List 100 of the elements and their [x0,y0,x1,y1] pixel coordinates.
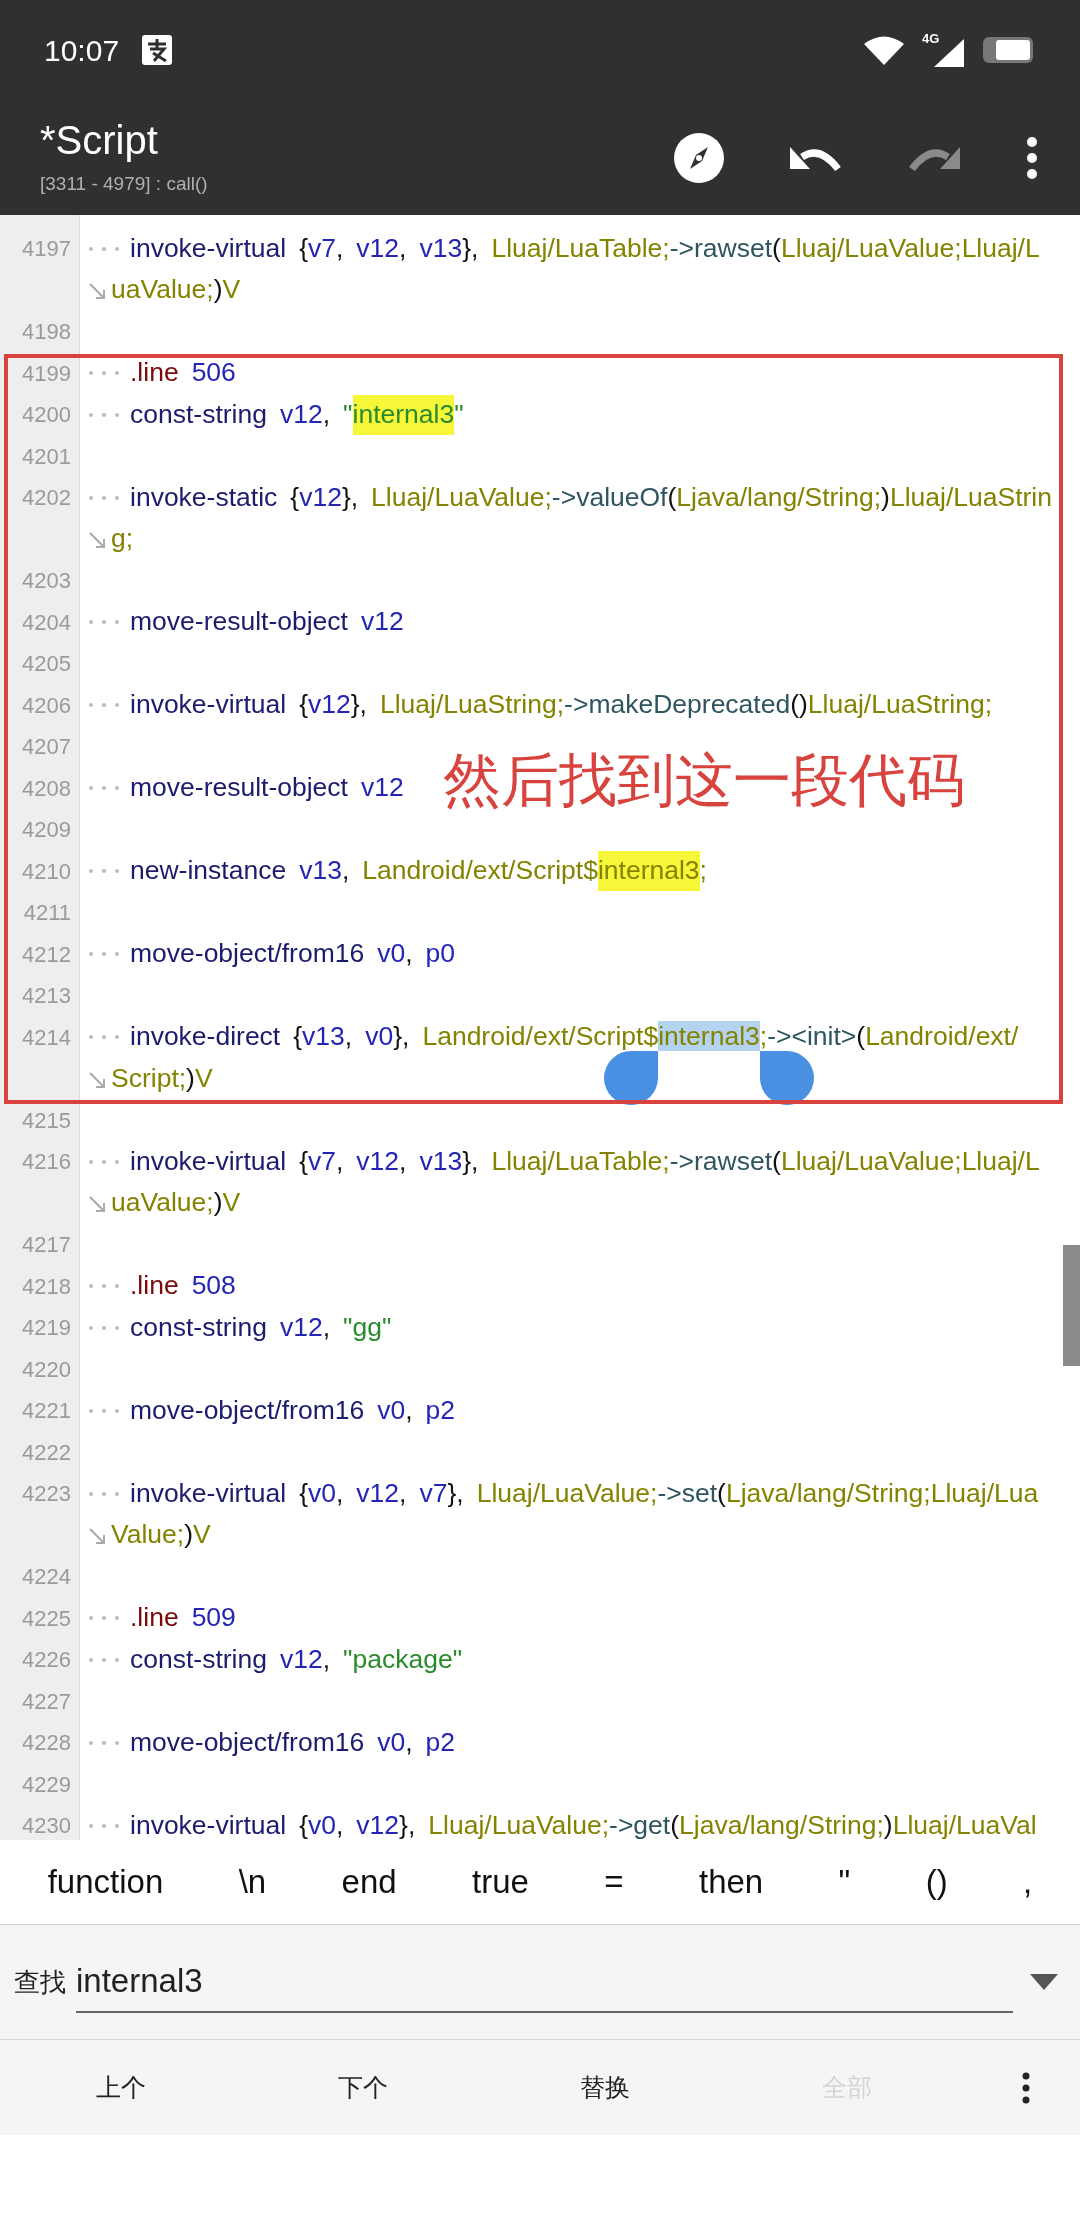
line-number: 4220 [22,1355,71,1384]
code-token: , [399,1144,407,1178]
code-token: move-result-object [130,771,348,805]
code-token: , [322,1310,331,1344]
code-token: .line [130,356,179,390]
code-token: g; [111,522,134,556]
code-token: "gg" [343,1310,392,1344]
code-token: }, [462,231,479,265]
code-token: move-object/from16 [130,1393,365,1427]
status-time: 10:07 [44,32,120,69]
line-number: 4214 [22,1023,71,1052]
code-token: uaValue; [111,273,214,307]
line-number: 4201 [22,442,71,471]
annotation-text: 然后找到这一段代码 [443,751,965,809]
code-token: { [293,1020,303,1054]
code-token: 506 [191,356,236,390]
symbol-key[interactable]: \n [228,1857,277,1907]
code-token: -><init> [767,1020,857,1054]
find-action-button[interactable]: 替换 [484,2040,726,2135]
code-token: 508 [191,1269,236,1303]
code-token: V [222,1186,241,1220]
find-input-field[interactable]: internal3 [76,1951,1013,2013]
line-number: 4225 [22,1604,71,1633]
symbol-key[interactable]: " [828,1857,861,1907]
dropdown-caret-icon[interactable] [1030,1974,1058,1990]
code-token: Lluaj/LuaString; [379,688,565,722]
code-token: ; [699,854,707,888]
line-number: 4229 [22,1770,71,1799]
line-number: 4213 [22,982,71,1011]
code-token: }, [393,1020,410,1054]
line-number: 4200 [22,401,71,430]
find-action-button[interactable]: 上个 [0,2040,242,2135]
code-token: Landroid/ext/Script$ [362,854,598,888]
more-icon[interactable] [1026,135,1038,180]
code-token: v12 [356,1476,400,1510]
code-token: v12 [279,397,323,431]
code-token: Lluaj/LuaString; [807,688,992,722]
code-token: , [341,854,350,888]
symbol-key[interactable]: true [462,1857,539,1907]
code-token: v12 [279,1642,323,1676]
code-token: ) [184,1518,193,1552]
code-token: Ljava/lang/String;Lluaj/Lua [725,1476,1039,1510]
line-wrap-icon [88,1070,108,1091]
find-action-button[interactable]: 下个 [242,2040,484,2135]
code-token: Lluaj/LuaVal [892,1808,1037,1840]
line-number: 4212 [22,940,71,969]
code-token: v13 [299,854,342,888]
line-number: 4230 [22,1812,71,1840]
scrollbar-thumb[interactable] [1063,1245,1080,1366]
symbol-key[interactable]: end [331,1857,407,1907]
line-number: 4209 [22,816,71,845]
code-token: ( [670,1808,680,1840]
code-token: v0 [308,1476,336,1510]
compass-icon[interactable] [674,132,724,183]
code-token: Lluaj/LuaValue;Lluaj/L [780,231,1040,265]
code-token: ->makeDeprecated [564,688,791,722]
line-number: 4203 [22,567,71,596]
code-token: ; [759,1020,768,1054]
code-token: v0 [308,1808,336,1840]
code-token: ( [717,1476,726,1510]
symbol-key[interactable]: function [37,1857,174,1907]
code-token: .line [130,1601,179,1635]
code-token: v12 [279,1310,323,1344]
code-token: { [299,1808,308,1840]
code-token: ( [667,480,677,514]
code-token: 509 [191,1601,236,1635]
find-label: 查找 [14,1965,66,1999]
code-token: v12 [360,605,404,639]
symbol-key[interactable]: = [594,1857,634,1907]
code-token: , [399,1476,407,1510]
code-token: , [344,1020,353,1054]
code-token: ->get [609,1808,671,1840]
code-token: move-result-object [130,605,348,639]
line-number: 4208 [22,774,71,803]
code-token: v0 [365,1020,394,1054]
line-number: 4199 [22,359,71,388]
code-token: p0 [425,937,456,971]
code-token: , [336,1476,344,1510]
symbol-key[interactable]: then [689,1857,774,1907]
method-range: [3311 - 4979] : call() [40,172,208,197]
code-token: const-string [130,397,267,431]
code-token: }, [447,1476,464,1510]
code-token: { [299,1144,308,1178]
symbol-key[interactable]: () [915,1857,958,1907]
code-token: ) [213,273,223,307]
code-token: invoke-virtual [130,231,287,265]
code-token: new-instance [130,854,287,888]
code-token: v0 [377,1725,406,1759]
code-token: " [343,397,353,431]
line-number: 4205 [22,650,71,679]
code-token: Lluaj/LuaValue; [476,1476,658,1510]
code-token: Lluaj/LuaValue; [371,480,552,514]
code-token: v7 [308,231,336,265]
line-number: 4224 [22,1563,71,1592]
code-token: Lluaj/LuaValue; [428,1808,610,1840]
code-token: p2 [425,1393,456,1427]
symbol-key[interactable]: , [1013,1857,1043,1907]
code-token: Value; [111,1518,185,1552]
more-options-icon[interactable] [1022,2071,1030,2104]
code-token: , [322,1642,331,1676]
